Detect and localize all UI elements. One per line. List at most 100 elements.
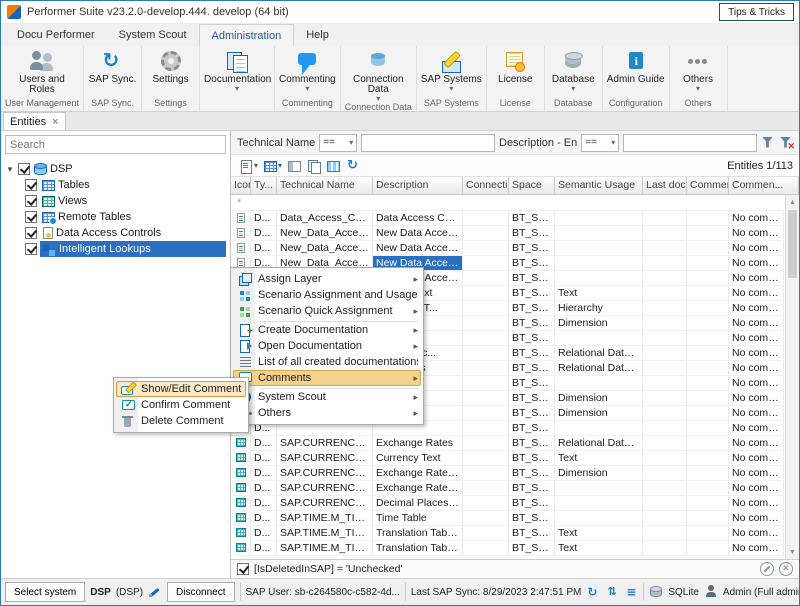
tree-root-dsp[interactable]: DSP bbox=[5, 161, 226, 177]
tree-checkbox[interactable] bbox=[25, 179, 37, 191]
tab-entities[interactable]: Entities bbox=[3, 112, 66, 130]
select-system-button[interactable]: Select system bbox=[5, 582, 85, 602]
scroll-down-icon[interactable]: ▼ bbox=[786, 545, 799, 559]
table-row[interactable]: D... SAP.TIME.M_TIME_... Time Table BT_S… bbox=[231, 511, 784, 526]
ribbon-group: Connection Data Connection Data bbox=[341, 46, 417, 111]
cell-comment-1 bbox=[687, 256, 729, 270]
funnel-clear-icon[interactable] bbox=[779, 136, 793, 150]
toolbar-button[interactable] bbox=[344, 157, 362, 175]
tree-checkbox[interactable] bbox=[25, 211, 37, 223]
column-header[interactable]: Icon bbox=[231, 177, 251, 194]
cell-comment-1 bbox=[687, 406, 729, 420]
filter-field2-operator[interactable]: == bbox=[581, 134, 619, 152]
context-menu-item[interactable]: Create Documentation bbox=[233, 322, 421, 338]
cell-connection bbox=[463, 286, 509, 300]
table-row[interactable]: D... SAP.CURRENCY.TA... Currency Text BT… bbox=[231, 451, 784, 466]
ribbon-button[interactable]: Documentation bbox=[202, 47, 272, 98]
column-header[interactable]: Technical Name bbox=[277, 177, 373, 194]
dropdown-caret-icon bbox=[376, 95, 380, 102]
tree-item[interactable]: Intelligent Lookups bbox=[5, 241, 226, 257]
ribbon-button[interactable]: License bbox=[489, 47, 542, 98]
table-row[interactable]: D... New_Data_Access_... New Data Access… bbox=[231, 241, 784, 256]
cell-icon bbox=[231, 481, 251, 495]
context-menu-item[interactable]: Scenario Quick Assignment bbox=[233, 303, 421, 319]
tree-root-label[interactable]: DSP bbox=[50, 163, 73, 175]
cell-space: BT_SPA... bbox=[509, 331, 555, 345]
scroll-up-icon[interactable]: ▲ bbox=[786, 195, 799, 209]
filter-field1-operator[interactable]: == bbox=[319, 134, 357, 152]
column-header[interactable]: Last doc... bbox=[643, 177, 687, 194]
vertical-scrollbar[interactable]: ▲ ▼ bbox=[785, 195, 799, 559]
scrollbar-thumb[interactable] bbox=[788, 210, 797, 278]
context-menu-item[interactable]: Scenario Assignment and Usage bbox=[233, 287, 421, 303]
context-menu-item[interactable]: Comments bbox=[233, 370, 421, 386]
tree-item[interactable]: Views bbox=[5, 193, 226, 209]
toolbar-button[interactable] bbox=[286, 157, 303, 175]
cell-comment-1 bbox=[687, 421, 729, 435]
toolbar-button[interactable] bbox=[237, 157, 260, 175]
ribbon-button[interactable]: Commenting bbox=[277, 47, 338, 98]
ribbon-button[interactable]: Others bbox=[672, 47, 725, 98]
tree-item[interactable]: Data Access Controls bbox=[5, 225, 226, 241]
ribbon-button[interactable]: Database bbox=[547, 47, 600, 98]
tree-checkbox[interactable] bbox=[25, 243, 37, 255]
funnel-icon[interactable] bbox=[761, 136, 775, 150]
search-input[interactable] bbox=[5, 135, 226, 154]
table-row[interactable]: D... New_Data_Access_... New Data Access… bbox=[231, 226, 784, 241]
ribbon-button[interactable]: SAP Systems bbox=[419, 47, 484, 98]
filter-edit-icon[interactable] bbox=[760, 562, 774, 576]
column-header[interactable]: Space bbox=[509, 177, 555, 194]
submenu-item[interactable]: Show/Edit Comment bbox=[116, 381, 246, 397]
ribbon-tab[interactable]: Administration bbox=[199, 24, 295, 46]
grid-new-row-strip[interactable] bbox=[231, 195, 784, 211]
sync-refresh-icon[interactable] bbox=[586, 585, 600, 599]
ribbon-tab[interactable]: System Scout bbox=[107, 24, 199, 46]
ribbon-button[interactable]: SAP Sync. bbox=[86, 47, 139, 98]
submenu-item[interactable]: Confirm Comment bbox=[116, 397, 246, 413]
context-menu-item[interactable]: System Scout bbox=[233, 389, 421, 405]
ribbon-button[interactable]: Settings bbox=[144, 47, 197, 98]
table-row[interactable]: D... SAP.CURRENCY.TA... Exchange Rate Ty… bbox=[231, 466, 784, 481]
column-header[interactable]: Commen... bbox=[729, 177, 799, 194]
ribbon-button[interactable]: Admin Guide bbox=[605, 47, 667, 98]
filter-field1-input[interactable] bbox=[361, 134, 495, 152]
table-row[interactable]: D... SAP.CURRENCY.TA... Decimal Places i… bbox=[231, 496, 784, 511]
tree-checkbox[interactable] bbox=[18, 163, 30, 175]
table-row[interactable]: D... SAP.TIME.M_TIME_... Translation Tab… bbox=[231, 526, 784, 541]
column-header[interactable]: Connecti... bbox=[463, 177, 509, 194]
table-row[interactable]: D... Data_Access_Coun Data Access Countr… bbox=[231, 211, 784, 226]
context-menu-item[interactable]: List of all created documentations bbox=[233, 354, 421, 370]
tips-and-tricks-button[interactable]: Tips & Tricks bbox=[719, 3, 794, 21]
ribbon-tab[interactable]: Docu Performer bbox=[5, 24, 107, 46]
context-menu-item[interactable]: Open Documentation bbox=[233, 338, 421, 354]
sync-log-icon[interactable] bbox=[605, 585, 619, 599]
ribbon-button[interactable]: Connection Data bbox=[343, 47, 414, 102]
filter-close-icon[interactable] bbox=[779, 562, 793, 576]
submenu-item[interactable]: Delete Comment bbox=[116, 413, 246, 429]
filter-enabled-checkbox[interactable] bbox=[237, 563, 249, 575]
disconnect-button[interactable]: Disconnect bbox=[167, 582, 234, 602]
context-menu-item[interactable]: Others bbox=[233, 405, 421, 421]
ribbon-button[interactable]: Users and Roles bbox=[3, 47, 81, 98]
column-header[interactable]: Description bbox=[373, 177, 463, 194]
cell-space: BT_SPA... bbox=[509, 361, 555, 375]
table-row[interactable]: D... SAP.CURRENCY.TA... Exchange Rates B… bbox=[231, 436, 784, 451]
tree-checkbox[interactable] bbox=[25, 227, 37, 239]
column-header[interactable]: Commen... bbox=[687, 177, 729, 194]
column-header[interactable]: Semantic Usage bbox=[555, 177, 643, 194]
filter-field2-input[interactable] bbox=[623, 134, 757, 152]
toolbar-button[interactable] bbox=[305, 157, 323, 175]
table-row[interactable]: D... SAP.CURRENCY.TA... Exchange Rate Ty… bbox=[231, 481, 784, 496]
sync-settings-icon[interactable] bbox=[624, 585, 638, 599]
tree-expander-icon[interactable] bbox=[5, 164, 15, 175]
tree-checkbox[interactable] bbox=[25, 195, 37, 207]
context-menu-item[interactable]: Assign Layer bbox=[233, 271, 421, 287]
tree-item[interactable]: Tables bbox=[5, 177, 226, 193]
tree-item[interactable]: Remote Tables bbox=[5, 209, 226, 225]
column-header[interactable]: Ty... bbox=[251, 177, 277, 194]
tab-close-icon[interactable] bbox=[52, 116, 58, 128]
table-row[interactable]: D... SAP.TIME.M_TIME_... Translation Tab… bbox=[231, 541, 784, 556]
toolbar-button[interactable] bbox=[325, 157, 342, 175]
ribbon-tab[interactable]: Help bbox=[294, 24, 341, 46]
toolbar-button[interactable] bbox=[262, 157, 284, 175]
